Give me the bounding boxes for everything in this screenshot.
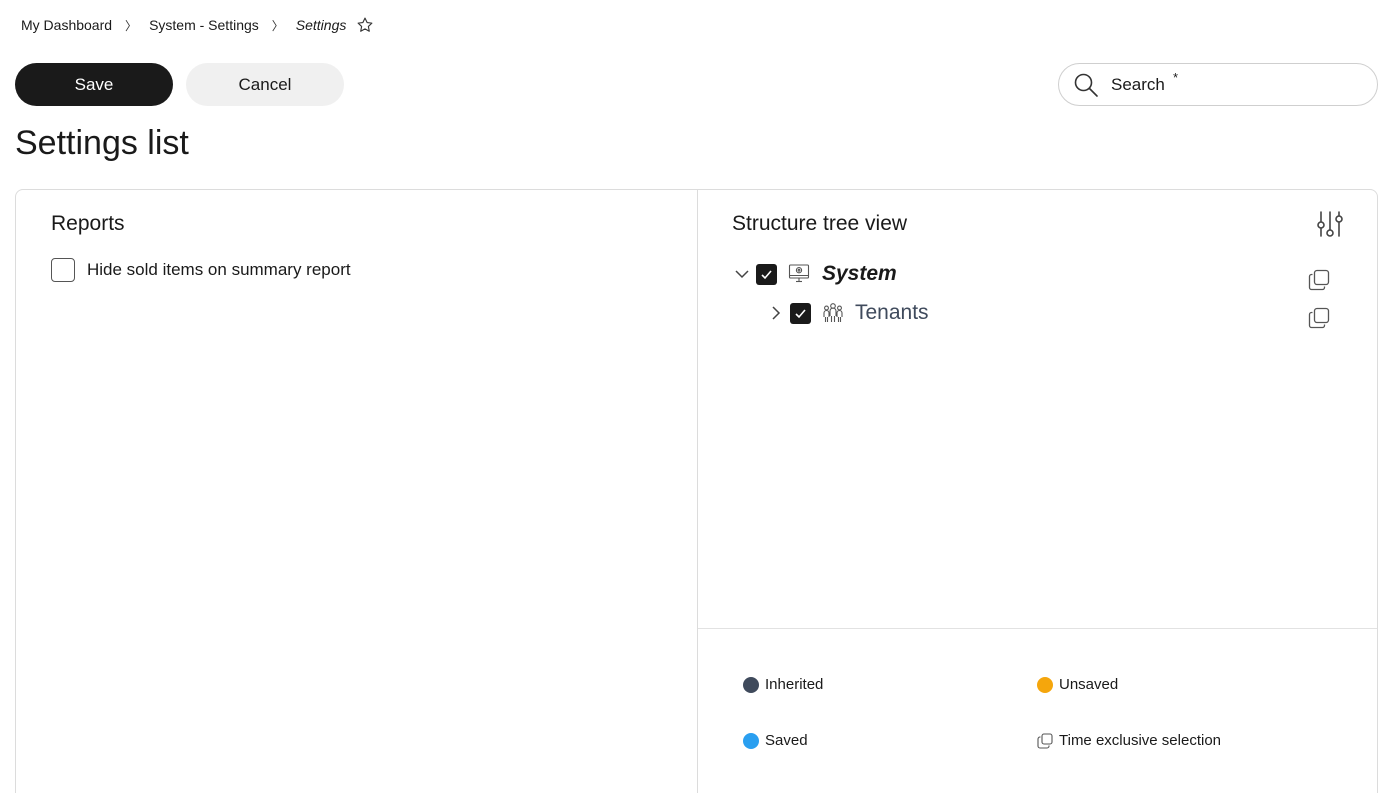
- breadcrumb-item-dashboard[interactable]: My Dashboard: [21, 17, 112, 33]
- unsaved-dot: [1037, 676, 1053, 693]
- breadcrumb: My Dashboard 〉 System - Settings 〉 Setti…: [21, 14, 374, 36]
- checkmark-icon: [761, 269, 772, 279]
- search-icon: [1074, 73, 1098, 97]
- legend-inherited: Inherited: [743, 676, 823, 693]
- structure-tree-pane: Structure tree view System Tenants Inher…: [698, 190, 1377, 793]
- page-title: Settings list: [15, 124, 189, 162]
- tree-node-label: System: [822, 262, 897, 285]
- option-hide-sold-items[interactable]: Hide sold items on summary report: [51, 258, 351, 282]
- breadcrumb-separator: 〉: [125, 18, 138, 33]
- legend-label: Time exclusive selection: [1059, 732, 1222, 749]
- tree-node-system[interactable]: System: [734, 262, 897, 286]
- required-marker: *: [1173, 70, 1179, 85]
- copy-icon[interactable]: [1308, 269, 1330, 291]
- checkmark-icon: [795, 308, 806, 318]
- search-input[interactable]: [1111, 74, 1171, 95]
- tree-node-tenants[interactable]: Tenants: [768, 301, 929, 325]
- legend-label: Saved: [765, 732, 808, 749]
- chevron-right-icon[interactable]: [768, 305, 784, 321]
- saved-dot: [743, 732, 759, 749]
- system-monitor-icon: [788, 264, 810, 283]
- tree-node-label: Tenants: [855, 301, 929, 324]
- system-checkbox[interactable]: [756, 263, 777, 285]
- favorite-star-icon[interactable]: [356, 16, 374, 34]
- reports-pane: Reports Hide sold items on summary repor…: [16, 190, 698, 793]
- legend-time-exclusive: Time exclusive selection: [1037, 732, 1221, 749]
- hide-sold-items-checkbox[interactable]: [51, 258, 75, 282]
- reports-title: Reports: [51, 212, 125, 235]
- legend-saved: Saved: [743, 732, 808, 749]
- legend-divider: [698, 628, 1377, 629]
- tenants-checkbox[interactable]: [790, 302, 811, 324]
- cancel-button[interactable]: Cancel: [186, 63, 344, 106]
- breadcrumb-item-current: Settings: [295, 17, 347, 33]
- people-group-icon: [823, 303, 843, 322]
- copy-icon: [1037, 732, 1053, 749]
- breadcrumb-separator: 〉: [271, 18, 284, 33]
- filter-sliders-icon[interactable]: [1315, 210, 1345, 238]
- chevron-down-icon[interactable]: [734, 266, 750, 282]
- legend-label: Unsaved: [1059, 676, 1119, 693]
- legend-label: Inherited: [765, 676, 824, 693]
- search-box[interactable]: *: [1058, 63, 1378, 106]
- breadcrumb-item-system-settings[interactable]: System - Settings: [149, 17, 259, 33]
- legend-unsaved: Unsaved: [1037, 676, 1118, 693]
- settings-panel: Reports Hide sold items on summary repor…: [15, 189, 1378, 793]
- tree-title: Structure tree view: [732, 212, 908, 235]
- option-label: Hide sold items on summary report: [87, 260, 351, 279]
- save-button[interactable]: Save: [15, 63, 173, 106]
- inherited-dot: [743, 676, 759, 693]
- copy-icon[interactable]: [1308, 307, 1330, 329]
